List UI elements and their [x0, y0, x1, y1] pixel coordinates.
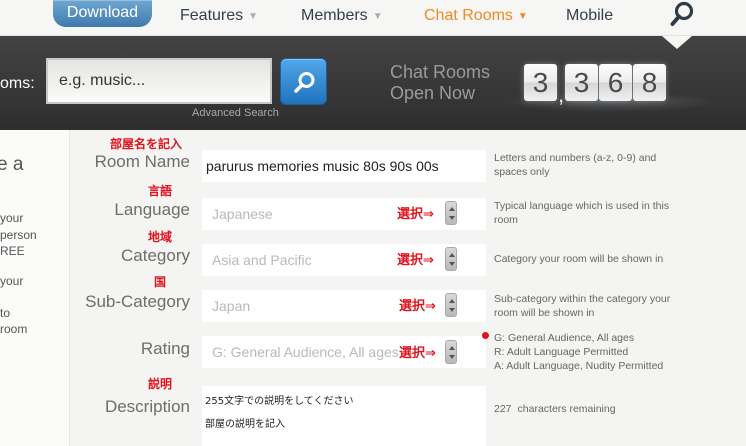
- language-select[interactable]: Japanese: [202, 198, 486, 230]
- description-label: Description: [104, 397, 190, 416]
- nav-chat-rooms-label: Chat Rooms: [424, 7, 513, 24]
- chevron-down-icon: ▼: [517, 11, 528, 22]
- sub-category-stepper[interactable]: [445, 293, 457, 317]
- nav-members-menu[interactable]: Members ▼: [301, 3, 383, 29]
- rating-options-legend: G: General Audience, All ages R: Adult L…: [494, 331, 663, 373]
- advanced-search-link[interactable]: Advanced Search: [192, 107, 279, 119]
- room-name-input[interactable]: parurus memories music 80s 90s 00s: [202, 150, 486, 182]
- stats-line-2: Open Now: [390, 83, 476, 103]
- nav-download-tab[interactable]: Download: [53, 0, 152, 27]
- counter-separator: ,: [558, 82, 565, 107]
- search-band: oms: Advanced Search Chat Rooms Open Now…: [0, 36, 746, 130]
- intro-text-line: your: [0, 274, 24, 288]
- sub-category-placeholder: Japan: [212, 298, 251, 314]
- counter-digit: 3: [524, 64, 557, 101]
- sub-category-label: Sub-Category: [85, 292, 190, 311]
- search-icon: [294, 72, 315, 93]
- rating-label: Rating: [140, 339, 190, 358]
- search-button[interactable]: [280, 58, 327, 105]
- room-search-input[interactable]: [46, 58, 272, 104]
- nav-pointer-arrow: [662, 36, 692, 49]
- language-hint: Typical language which is used in this r…: [494, 199, 669, 227]
- intro-text-line: to: [0, 306, 11, 320]
- sub-category-select-note: 選択⇒: [399, 299, 436, 314]
- nav-mobile-link[interactable]: Mobile: [566, 3, 613, 29]
- counter-digit: 3: [565, 64, 598, 101]
- rating-select[interactable]: G: General Audience, All ages: [202, 336, 486, 368]
- category-hint: Category your room will be shown in: [494, 252, 663, 266]
- hint-line: room will be shown in: [494, 307, 595, 319]
- description-line: 255文字での説明をしてください: [205, 396, 354, 407]
- chevron-down-icon: ▼: [372, 11, 383, 22]
- rating-option: G: General Audience, All ages: [494, 332, 635, 344]
- category-stepper[interactable]: [445, 247, 457, 271]
- stats-line-1: Chat Rooms: [390, 62, 491, 82]
- sub-category-hint: Sub-category within the category your ro…: [494, 292, 670, 320]
- search-icon[interactable]: [670, 1, 694, 27]
- counter-digit: 8: [633, 64, 666, 101]
- chat-rooms-open-now-label: Chat Rooms Open Now: [390, 62, 490, 104]
- room-name-value: parurus memories music 80s 90s 00s: [206, 158, 439, 174]
- nav-features-label: Features: [180, 7, 244, 24]
- hint-line: Category your room will be shown in: [494, 253, 664, 265]
- nav-features-menu[interactable]: Features ▼: [180, 3, 258, 29]
- rating-marker-dot: [482, 332, 489, 339]
- rating-option: R: Adult Language Permitted: [494, 346, 629, 358]
- hint-line: Letters and numbers (a-z, 0-9) and: [494, 152, 657, 164]
- hint-line: room: [494, 214, 518, 226]
- chars-count: 227: [494, 403, 512, 415]
- hint-line: spaces only: [494, 166, 550, 178]
- sub-category-note: 国: [154, 275, 167, 289]
- rating-select-note: 選択⇒: [399, 346, 436, 361]
- intro-text-line: room: [0, 322, 28, 336]
- nav-chat-rooms-menu[interactable]: Chat Rooms ▼: [424, 3, 528, 29]
- intro-heading: e a: [0, 154, 24, 175]
- category-label: Category: [121, 246, 190, 265]
- language-note: 言語: [148, 184, 173, 198]
- chars-text: characters remaining: [517, 403, 616, 415]
- language-placeholder: Japanese: [212, 206, 273, 222]
- rating-stepper[interactable]: [445, 340, 457, 364]
- intro-column: e a your person REE your to room: [0, 130, 70, 446]
- category-note: 地域: [148, 230, 173, 244]
- description-textarea[interactable]: 255文字での説明をしてください 部屋の説明を記入: [202, 386, 486, 446]
- hint-line: Sub-category within the category your: [494, 293, 671, 305]
- top-navigation: Download Features ▼ Members ▼ Chat Rooms ▼ …: [0, 0, 746, 36]
- language-stepper[interactable]: [445, 201, 457, 225]
- room-name-label: Room Name: [94, 152, 190, 171]
- category-select[interactable]: Asia and Pacific: [202, 244, 486, 276]
- chevron-down-icon: ▼: [248, 11, 259, 22]
- nav-members-label: Members: [301, 7, 368, 24]
- chars-remaining-counter: 227 characters remaining: [494, 403, 622, 415]
- language-select-note: 選択⇒: [397, 207, 434, 222]
- intro-text-line: REE: [0, 244, 25, 258]
- category-placeholder: Asia and Pacific: [212, 252, 312, 268]
- language-label: Language: [114, 200, 190, 219]
- sub-category-select[interactable]: Japan: [202, 290, 486, 322]
- search-label: oms:: [0, 75, 35, 92]
- intro-text-line: person: [0, 228, 37, 242]
- category-select-note: 選択⇒: [397, 253, 434, 268]
- hint-line: Typical language which is used in this: [494, 200, 670, 212]
- description-line: 部屋の説明を記入: [205, 419, 285, 430]
- intro-text-line: your: [0, 211, 24, 225]
- rating-placeholder: G: General Audience, All ages: [212, 344, 399, 360]
- room-name-note: 部屋名を記入: [110, 137, 183, 151]
- rating-option: A: Adult Language, Nudity Permitted: [494, 360, 664, 372]
- counter-digit: 6: [599, 64, 632, 101]
- description-note: 説明: [148, 377, 173, 391]
- room-name-hint: Letters and numbers (a-z, 0-9) and space…: [494, 151, 656, 179]
